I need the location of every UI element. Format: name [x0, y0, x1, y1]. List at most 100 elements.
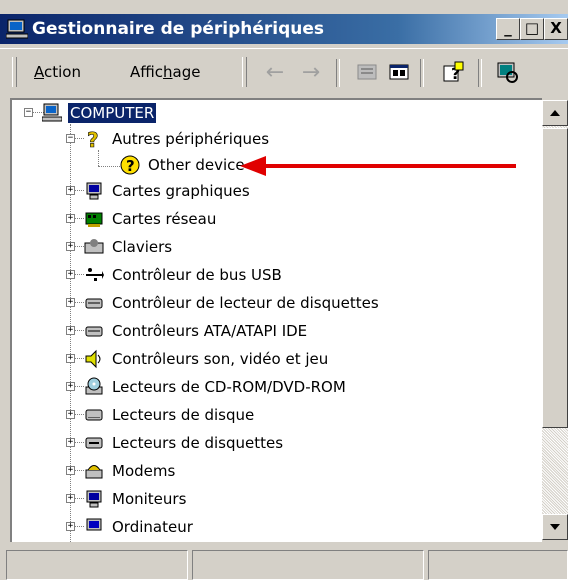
expand-toggle[interactable]: +	[66, 410, 75, 419]
menu-action[interactable]: Action	[34, 63, 81, 81]
tree-item-root[interactable]: COMPUTER	[42, 100, 157, 126]
expand-toggle[interactable]: +	[66, 354, 75, 363]
tree-item-category[interactable]: Lecteurs de disque	[84, 402, 256, 428]
expand-toggle[interactable]: +	[66, 466, 75, 475]
up-arrow-icon	[550, 110, 560, 116]
cdrom-icon	[85, 377, 103, 395]
collapse-toggle[interactable]: −	[66, 134, 75, 143]
tree-item-label: Autres périphériques	[112, 130, 270, 148]
expand-toggle[interactable]: +	[66, 242, 75, 251]
tree-item-category[interactable]: Moniteurs	[84, 486, 188, 512]
expand-toggle[interactable]: +	[66, 298, 75, 307]
close-button[interactable]: X	[544, 18, 568, 40]
tree-item-label: Modems	[112, 462, 176, 480]
tree-item-category[interactable]: Lecteurs de disquettes	[84, 430, 285, 456]
properties-icon	[357, 64, 377, 80]
view-button[interactable]	[386, 59, 412, 85]
tree-item-label: Ordinateur	[112, 518, 193, 536]
tree-item-label: COMPUTER	[68, 103, 157, 123]
help-button[interactable]: ?	[440, 59, 466, 85]
tree-line	[75, 386, 84, 387]
keyboard-icon	[84, 239, 104, 254]
toolbar-grip-2[interactable]	[242, 57, 247, 87]
title-bar[interactable]: Gestionnaire de périphériques _ □ X	[0, 14, 568, 44]
window-title: Gestionnaire de périphériques	[32, 19, 325, 39]
tree-line	[75, 414, 84, 415]
help-icon: ?	[443, 61, 464, 83]
menu-toolbar: Action Affichage ← → ?	[0, 48, 568, 97]
tree-line	[74, 138, 84, 139]
tree-line	[75, 330, 84, 331]
down-arrow-icon	[550, 524, 560, 530]
root-collapse-toggle[interactable]: −	[24, 108, 33, 117]
tree-line	[75, 190, 84, 191]
computer-icon	[42, 103, 62, 122]
scan-hardware-button[interactable]	[494, 59, 520, 85]
maximize-button[interactable]: □	[520, 18, 544, 40]
expand-toggle[interactable]: +	[66, 382, 75, 391]
properties-button[interactable]	[354, 59, 380, 85]
tree-line	[75, 302, 84, 303]
question-mark-icon: ?	[87, 129, 99, 149]
expand-toggle[interactable]: +	[66, 270, 75, 279]
scroll-thumb[interactable]	[542, 128, 568, 428]
tree-line	[75, 442, 84, 443]
tree-line	[75, 470, 84, 471]
view-icon	[389, 64, 409, 80]
forward-button[interactable]: →	[298, 59, 324, 85]
tree-line	[75, 246, 84, 247]
expand-toggle[interactable]: +	[66, 494, 75, 503]
tree-item-category[interactable]: Ordinateur	[84, 514, 195, 540]
tree-item-category[interactable]: Claviers	[84, 234, 174, 260]
status-panel	[428, 550, 568, 580]
expand-toggle[interactable]: +	[66, 186, 75, 195]
tree-item-category[interactable]: Contrôleurs ATA/ATAPI IDE	[84, 318, 309, 344]
device-tree[interactable]: − COMPUTER − ? Autres périphériques ? Ot…	[10, 98, 542, 542]
tree-item-label: Claviers	[112, 238, 173, 256]
tree-line	[75, 498, 84, 499]
computer-icon	[6, 19, 28, 39]
expand-toggle[interactable]: +	[66, 326, 75, 335]
tree-item-category[interactable]: Contrôleurs son, vidéo et jeu	[84, 346, 330, 372]
tree-item-category[interactable]: Cartes réseau	[84, 206, 218, 232]
tree-line	[98, 150, 99, 166]
tree-item-label: Contrôleur de bus USB	[112, 266, 282, 284]
tree-item-other-device[interactable]: ? Other device	[120, 152, 247, 178]
expand-toggle[interactable]: +	[66, 522, 75, 531]
tree-item-category[interactable]: Contrôleur de lecteur de disquettes	[84, 290, 381, 316]
vertical-scrollbar[interactable]	[542, 100, 568, 540]
back-arrow-icon: ←	[265, 59, 285, 85]
tree-item-category[interactable]: Modems	[84, 458, 177, 484]
tree-line	[75, 526, 84, 527]
expand-toggle[interactable]: +	[66, 438, 75, 447]
display-icon	[86, 182, 102, 200]
annotation-arrow	[240, 156, 516, 176]
tree-item-label: Contrôleurs ATA/ATAPI IDE	[112, 322, 308, 340]
tree-item-label: Cartes graphiques	[112, 182, 250, 200]
tree-item-category[interactable]: Contrôleur de bus USB	[84, 262, 284, 288]
tree-item-label: Moniteurs	[112, 490, 187, 508]
monitor-icon	[86, 490, 102, 508]
tree-item-other-devices[interactable]: ? Autres périphériques	[84, 126, 271, 152]
tree-item-label: Contrôleurs son, vidéo et jeu	[112, 350, 329, 368]
status-bar	[0, 544, 568, 580]
unknown-device-icon: ?	[120, 155, 140, 175]
controller-icon	[85, 298, 103, 309]
minimize-button[interactable]: _	[496, 18, 520, 40]
back-button[interactable]: ←	[262, 59, 288, 85]
toolbar-grip[interactable]	[12, 57, 17, 87]
scroll-down-button[interactable]	[542, 514, 568, 540]
tree-line	[98, 166, 120, 167]
status-panel	[6, 550, 188, 580]
tree-line	[75, 358, 84, 359]
toolbar-separator	[336, 59, 340, 87]
controller-icon	[85, 326, 103, 337]
tree-line	[75, 218, 84, 219]
scroll-up-button[interactable]	[542, 100, 568, 126]
menu-view[interactable]: Affichage	[130, 63, 200, 81]
tree-item-category[interactable]: Cartes graphiques	[84, 178, 252, 204]
expand-toggle[interactable]: +	[66, 214, 75, 223]
tree-item-label: Cartes réseau	[112, 210, 217, 228]
svg-text:?: ?	[87, 129, 99, 149]
tree-item-category[interactable]: Lecteurs de CD-ROM/DVD-ROM	[84, 374, 348, 400]
